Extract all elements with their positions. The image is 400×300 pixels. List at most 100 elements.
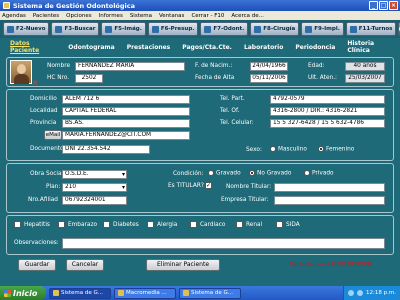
condition-embarazo[interactable]: Embarazo	[58, 221, 97, 228]
tray-icon[interactable]	[348, 290, 355, 296]
odontogram-button[interactable]: F7-Odont.	[200, 22, 249, 36]
checkbox-icon	[236, 221, 243, 228]
checkbox-icon	[147, 221, 154, 228]
app-icon	[183, 290, 189, 296]
app-window: Sistema de Gestión Odontológica _ □ × Ag…	[0, 0, 400, 300]
localidad-label: Localidad	[30, 108, 58, 114]
tooth-icon	[204, 25, 212, 33]
task-sistema-2[interactable]: Sistema de G...	[179, 287, 241, 299]
menu-ventanas[interactable]: Ventanas	[159, 13, 184, 19]
app-icon	[3, 2, 10, 9]
obra-select[interactable]: O.S.D.E.	[62, 170, 127, 179]
radio-selected-icon	[249, 170, 255, 176]
menu-cerrar[interactable]: Cerrar - F10	[191, 13, 224, 19]
tab-laboratorio[interactable]: Laboratorio	[238, 42, 289, 53]
documento-field[interactable]: DNI 22.354.542	[62, 145, 150, 154]
guardar-button[interactable]: Guardar	[18, 259, 56, 271]
hc-label: HC Nro.	[47, 75, 70, 81]
condicion-gravado[interactable]: Gravado	[208, 170, 241, 177]
empresa-titular-field[interactable]	[274, 196, 385, 205]
budget-button[interactable]: F6-Presup.	[147, 22, 199, 36]
afiliado-field[interactable]: 06792324001	[62, 196, 127, 205]
menu-agendas[interactable]: Agendas	[2, 13, 26, 19]
provincia-field[interactable]: BS.AS.	[62, 119, 190, 128]
eliminar-paciente-button[interactable]: Eliminar Paciente	[146, 259, 220, 271]
patient-photo[interactable]	[10, 60, 32, 84]
observaciones-label: Observaciones:	[14, 240, 59, 246]
menu-informes[interactable]: Informes	[99, 13, 123, 19]
tab-prestaciones[interactable]: Prestaciones	[121, 42, 177, 53]
appointments-button[interactable]: F11-Turnos	[345, 22, 397, 36]
images-button[interactable]: F5-Imág.	[101, 22, 146, 36]
plan-select[interactable]: 210	[62, 183, 127, 192]
falta-field[interactable]: 05/11/2006	[250, 74, 288, 83]
domicilio-label: Domicilio	[30, 96, 57, 102]
obra-label: Obra Social:	[30, 171, 66, 177]
observaciones-field[interactable]	[62, 238, 385, 249]
delete-photo-icon[interactable]: ×	[32, 78, 39, 87]
search-icon	[55, 25, 63, 33]
clock: 12:18 p.m.	[366, 290, 396, 296]
close-button[interactable]: ×	[389, 1, 398, 10]
tab-datos-paciente[interactable]: Datos Paciente	[4, 40, 62, 54]
tab-odontograma[interactable]: Odontograma	[62, 42, 120, 53]
implant-button[interactable]: F9-Impl.	[301, 22, 344, 36]
new-button[interactable]: F2-Nuevo	[3, 22, 50, 36]
system-tray: 12:18 p.m.	[343, 286, 400, 300]
condition-cardiaco[interactable]: Cardiaco	[190, 221, 225, 228]
radio-icon	[304, 170, 310, 176]
nombre-titular-label: Nombre Titular:	[226, 184, 272, 190]
menu-bar: Agendas Pacientes Opciones Informes Sist…	[0, 11, 400, 20]
minimize-button[interactable]: _	[369, 1, 378, 10]
provincia-label: Provincia	[30, 120, 57, 126]
sexo-femenino[interactable]: Femenino	[318, 146, 354, 153]
surgery-button[interactable]: F8-Cirugía	[250, 22, 300, 36]
email-field[interactable]: MARIA.FERNANDEZ@CIT.COM	[62, 131, 190, 140]
menu-pacientes[interactable]: Pacientes	[33, 13, 59, 19]
condicion-privado[interactable]: Privado	[304, 170, 334, 177]
taskbar: Inicio Sistema de G... Macromedia ... Si…	[0, 286, 400, 300]
condition-renal[interactable]: Renal	[236, 221, 262, 228]
titular-checkbox[interactable]: ✓	[205, 182, 212, 189]
nombre-titular-field[interactable]	[274, 183, 385, 192]
tof-label: Tel. Of.	[220, 108, 240, 114]
tab-historia-clinica[interactable]: Historia Clínica	[341, 40, 400, 54]
condition-sida[interactable]: SIDA	[276, 221, 300, 228]
sexo-masculino[interactable]: Masculino	[270, 146, 307, 153]
email-button[interactable]: eMail	[44, 130, 62, 140]
radio-icon	[208, 170, 214, 176]
condition-alergia[interactable]: Alergia	[147, 221, 177, 228]
tcel-label: Tel. Celular:	[220, 120, 254, 126]
toolbar: F2-Nuevo F3-Buscar F5-Imág. F6-Presup. F…	[0, 20, 400, 38]
tpart-field[interactable]: 4792-0579	[270, 95, 385, 104]
search-button[interactable]: F3-Buscar	[51, 22, 100, 36]
falta-label: Fecha de Alta	[195, 75, 235, 81]
hc-field[interactable]: 2502	[75, 74, 103, 83]
menu-sistema[interactable]: Sistema	[130, 13, 152, 19]
menu-acerca[interactable]: Acerca de...	[231, 13, 263, 19]
tab-bar: Datos Paciente Odontograma Prestaciones …	[0, 40, 400, 54]
menu-opciones[interactable]: Opciones	[66, 13, 91, 19]
cancelar-button[interactable]: Cancelar	[66, 259, 104, 271]
tab-periodoncia[interactable]: Periodoncia	[289, 42, 341, 53]
start-button[interactable]: Inicio	[0, 286, 46, 300]
patient-panel	[6, 57, 394, 87]
tpart-label: Tel. Part.	[220, 96, 245, 102]
domicilio-field[interactable]: ALEM 712 6	[62, 95, 190, 104]
checkbox-icon	[58, 221, 65, 228]
condition-diabetes[interactable]: Diabetes	[103, 221, 139, 228]
tcel-field[interactable]: 15 5 327-6428 / 15 5 632-4786	[270, 119, 385, 128]
task-macromedia[interactable]: Macromedia ...	[114, 287, 176, 299]
condition-hepatitis[interactable]: Hepatitis	[14, 221, 50, 228]
implant-icon	[305, 25, 313, 33]
fnac-field[interactable]: 24/04/1966	[250, 62, 288, 71]
localidad-field[interactable]: CAPITAL FEDERAL	[62, 107, 190, 116]
condicion-no-gravado[interactable]: No Gravado	[249, 170, 291, 177]
tab-pagos[interactable]: Pagos/Cta.Cte.	[176, 42, 238, 53]
windows-logo-icon	[4, 289, 11, 297]
tof-field[interactable]: 4316-2800 / DIR.: 4316-2821	[270, 107, 385, 116]
tray-icon[interactable]	[357, 290, 364, 296]
nombre-field[interactable]: FERNANDEZ MARIA	[75, 62, 185, 71]
task-sistema-1[interactable]: Sistema de G...	[49, 287, 111, 299]
maximize-button[interactable]: □	[379, 1, 388, 10]
